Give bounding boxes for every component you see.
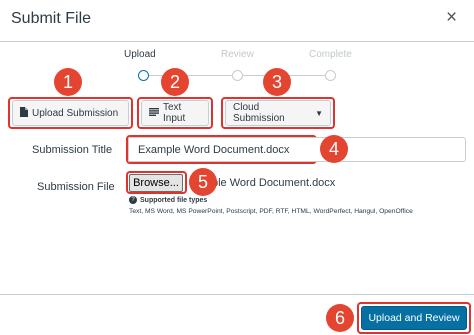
highlight-box [8, 97, 133, 129]
dialog-title: Submit File [11, 10, 92, 27]
step-review-dot [232, 70, 243, 81]
close-icon[interactable]: × [446, 8, 457, 28]
callout-badge: 6 [326, 304, 354, 332]
step-review-label: Review [221, 49, 254, 60]
file-types-list: Text, MS Word, MS PowerPoint, Postscript… [129, 208, 413, 215]
submission-file-label: Submission File [37, 181, 115, 193]
upload-and-review-button[interactable]: Upload and Review [361, 306, 467, 330]
step-upload-dot [138, 70, 149, 81]
help-icon: ? [129, 196, 137, 204]
submission-title-input[interactable] [128, 137, 466, 162]
highlight-box [221, 97, 335, 129]
callout-badge: 5 [189, 168, 217, 196]
browse-button[interactable]: Browse... [129, 174, 183, 192]
callout-badge: 4 [320, 135, 348, 163]
supported-file-types: ? Supported file types [129, 196, 210, 204]
callout-badge: 2 [161, 68, 189, 96]
callout-badge: 1 [54, 68, 82, 96]
step-upload-label: Upload [124, 49, 156, 60]
highlight-box [137, 97, 213, 129]
stepper-line [148, 75, 234, 76]
dialog-header: Submit File × [0, 0, 474, 42]
callout-badge: 3 [263, 68, 291, 96]
step-complete-label: Complete [309, 49, 352, 60]
footer-divider [0, 294, 474, 295]
selected-file-name: ple Word Document.docx [212, 177, 336, 189]
step-complete-dot [325, 70, 336, 81]
submission-title-label: Submission Title [32, 144, 113, 156]
supported-label: Supported file types [140, 196, 208, 204]
